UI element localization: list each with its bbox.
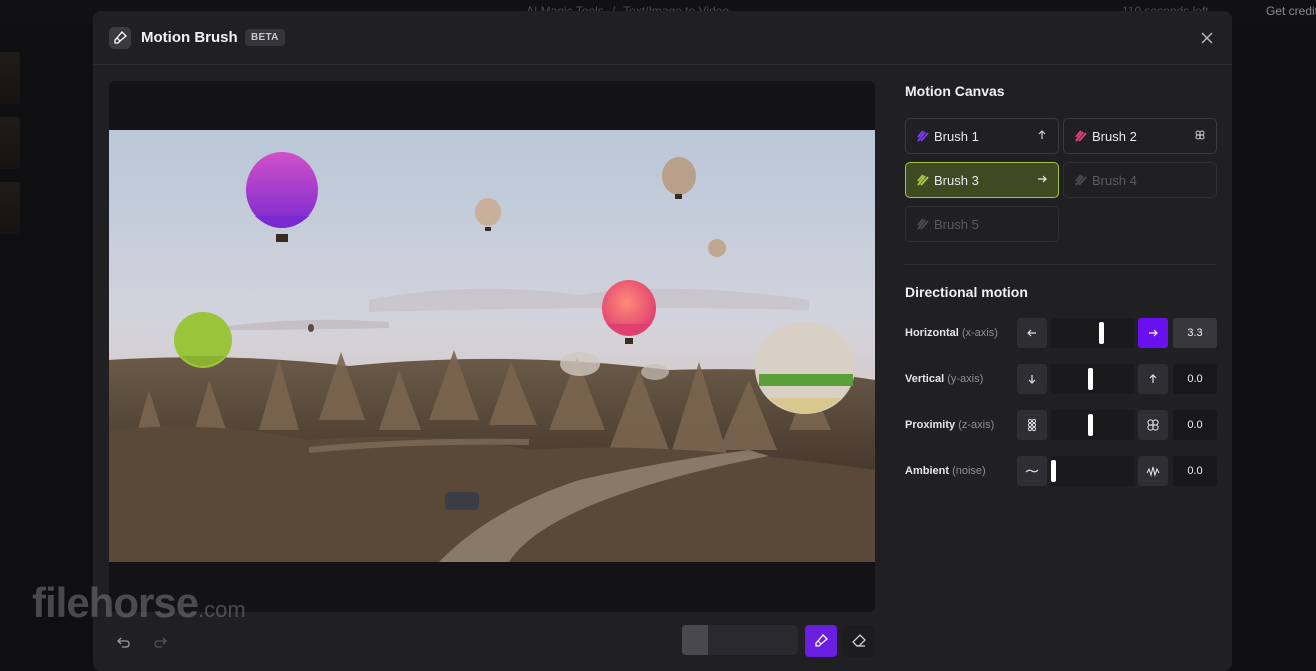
- dots-small-icon[interactable]: [1017, 410, 1047, 440]
- watermark-name: filehorse: [32, 579, 199, 626]
- watermark-domain: .com: [198, 597, 246, 622]
- vertical-slider-knob[interactable]: [1088, 368, 1093, 390]
- canvas-toolbar: [109, 623, 875, 659]
- horizontal-label-text: Horizontal: [905, 327, 959, 339]
- horizontal-axis-text: (x-axis): [961, 327, 998, 339]
- background-thumbnail: [0, 117, 20, 169]
- get-credits-link[interactable]: Get credits: [1266, 4, 1316, 18]
- proximity-motion-row: Proximity (z-axis) 0.0: [905, 410, 1217, 442]
- brush-1-icon: [917, 130, 929, 142]
- ambient-slider-knob[interactable]: [1051, 460, 1056, 482]
- dots-large-icon[interactable]: [1138, 410, 1168, 440]
- brush-1-button[interactable]: Brush 1: [905, 118, 1059, 154]
- directional-motion-title: Directional motion: [905, 284, 1028, 300]
- brush-2-icon: [1075, 130, 1087, 142]
- section-divider: [905, 264, 1215, 265]
- brush-2-button[interactable]: Brush 2: [1063, 118, 1217, 154]
- vertical-motion-row: Vertical (y-axis) 0.0: [905, 364, 1217, 396]
- modal-header: Motion Brush BETA: [93, 11, 1232, 65]
- vertical-label: Vertical (y-axis): [905, 373, 983, 385]
- brush-3-button[interactable]: Brush 3: [905, 162, 1059, 198]
- ambient-label: Ambient (noise): [905, 465, 986, 477]
- brush-4-icon: [1075, 174, 1087, 186]
- eraser-icon[interactable]: [843, 625, 875, 657]
- vertical-axis-text: (y-axis): [947, 373, 984, 385]
- horizontal-value[interactable]: 3.3: [1173, 318, 1217, 348]
- arrow-left-icon[interactable]: [1017, 318, 1047, 348]
- wave-low-icon[interactable]: [1017, 456, 1047, 486]
- proximity-axis-text: (z-axis): [958, 419, 995, 431]
- watermark-logo: filehorse.com: [32, 579, 246, 627]
- ambient-motion-row: Ambient (noise) 0.0: [905, 456, 1217, 488]
- beta-badge: BETA: [245, 29, 285, 46]
- ambient-label-text: Ambient: [905, 465, 949, 477]
- proximity-label: Proximity (z-axis): [905, 419, 994, 431]
- modal-title: Motion Brush: [141, 29, 238, 46]
- brush-1-label: Brush 1: [934, 128, 979, 144]
- wave-high-icon[interactable]: [1138, 456, 1168, 486]
- paint-brush-icon[interactable]: [805, 625, 837, 657]
- proximity-label-text: Proximity: [905, 419, 956, 431]
- horizontal-slider[interactable]: [1051, 318, 1134, 348]
- video-preview[interactable]: [109, 81, 875, 612]
- brush-4-button[interactable]: Brush 4: [1063, 162, 1217, 198]
- vertical-value[interactable]: 0.0: [1173, 364, 1217, 394]
- redo-icon[interactable]: [147, 629, 173, 655]
- brush-5-label: Brush 5: [934, 216, 979, 232]
- horizontal-slider-knob[interactable]: [1099, 322, 1104, 344]
- ambient-axis-text: (noise): [952, 465, 986, 477]
- proximity-icon: [1195, 130, 1205, 140]
- brush-5-icon: [917, 218, 929, 230]
- background-thumbnail: [0, 182, 20, 234]
- proximity-value[interactable]: 0.0: [1173, 410, 1217, 440]
- vertical-slider[interactable]: [1051, 364, 1134, 394]
- proximity-slider[interactable]: [1051, 410, 1134, 440]
- vertical-label-text: Vertical: [905, 373, 945, 385]
- arrow-right-icon: [1038, 175, 1047, 183]
- video-frame-image: [109, 130, 875, 562]
- brush-size-fill: [682, 625, 708, 655]
- brush-icon: [109, 27, 131, 49]
- brush-4-label: Brush 4: [1092, 172, 1137, 188]
- proximity-slider-knob[interactable]: [1088, 414, 1093, 436]
- horizontal-label: Horizontal (x-axis): [905, 327, 998, 339]
- brush-5-button[interactable]: Brush 5: [905, 206, 1059, 242]
- brush-3-icon: [917, 174, 929, 186]
- ambient-slider[interactable]: [1051, 456, 1134, 486]
- brush-2-label: Brush 2: [1092, 128, 1137, 144]
- arrow-up-icon: [1038, 130, 1046, 139]
- close-icon[interactable]: [1199, 30, 1215, 46]
- arrow-up-icon[interactable]: [1138, 364, 1168, 394]
- undo-icon[interactable]: [111, 629, 137, 655]
- brush-3-label: Brush 3: [934, 172, 979, 188]
- arrow-right-icon[interactable]: [1138, 318, 1168, 348]
- arrow-down-icon[interactable]: [1017, 364, 1047, 394]
- background-thumbnail: [0, 52, 20, 104]
- brush-size-slider[interactable]: [682, 625, 798, 655]
- horizontal-motion-row: Horizontal (x-axis) 3.3: [905, 318, 1217, 350]
- motion-canvas-title: Motion Canvas: [905, 83, 1005, 99]
- motion-brush-modal: Motion Brush BETA Motion Canvas Brush 1 …: [93, 11, 1232, 671]
- ambient-value[interactable]: 0.0: [1173, 456, 1217, 486]
